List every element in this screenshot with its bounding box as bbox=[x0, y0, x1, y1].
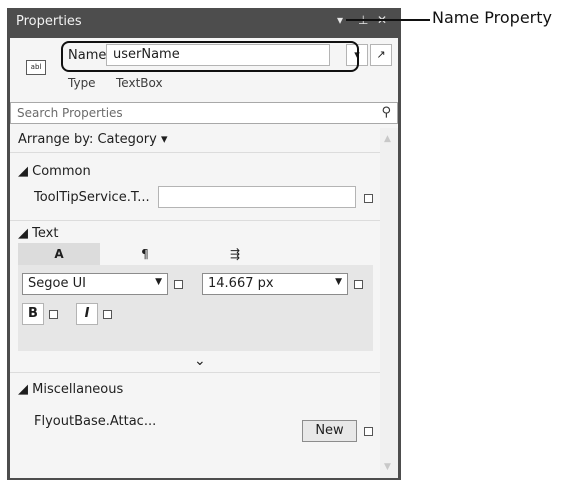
chevron-down-icon[interactable]: ▼ bbox=[335, 277, 342, 287]
font-size-value: 14.667 px bbox=[208, 276, 274, 291]
type-value: TextBox bbox=[116, 76, 163, 90]
text-tabs: A ¶ ⇶ bbox=[18, 243, 380, 265]
divider bbox=[10, 372, 380, 373]
category-common[interactable]: ◢ Common bbox=[18, 164, 91, 179]
property-marker-square[interactable] bbox=[49, 310, 58, 319]
divider bbox=[10, 152, 380, 153]
arrange-by-dropdown[interactable]: Arrange by: Category ▾ bbox=[18, 132, 168, 147]
property-label-tooltip: ToolTipService.T... bbox=[34, 190, 150, 205]
text-properties-area: Segoe UI ▼ 14.667 px ▼ B I bbox=[18, 265, 373, 351]
font-size-combo[interactable]: 14.667 px ▼ bbox=[202, 273, 348, 295]
search-input[interactable]: Search Properties ⚲ bbox=[10, 102, 398, 124]
callout-label: Name Property bbox=[432, 8, 552, 27]
panel-body: abl Name userName ▾ ↗ Type TextBox Searc… bbox=[10, 38, 398, 478]
font-family-combo[interactable]: Segoe UI ▼ bbox=[22, 273, 168, 295]
property-marker-square[interactable] bbox=[354, 280, 363, 289]
divider bbox=[10, 220, 380, 221]
textbox-element-icon: abl bbox=[26, 60, 46, 75]
navigate-icon[interactable]: ↗ bbox=[370, 44, 392, 66]
search-icon[interactable]: ⚲ bbox=[381, 105, 391, 120]
property-label-flyout: FlyoutBase.Attac... bbox=[34, 414, 157, 429]
tab-character[interactable]: A bbox=[18, 243, 100, 265]
font-family-value: Segoe UI bbox=[28, 276, 86, 291]
property-list: Arrange by: Category ▾ ◢ Common ToolTipS… bbox=[10, 128, 380, 478]
chevron-down-icon[interactable]: ▼ bbox=[155, 277, 162, 287]
category-text[interactable]: ◢ Text bbox=[18, 226, 58, 241]
bold-button[interactable]: B bbox=[22, 303, 44, 325]
panel-titlebar: Properties ▾ ⊥ ✕ bbox=[7, 8, 401, 38]
property-marker-square[interactable] bbox=[364, 194, 373, 203]
dropdown-icon[interactable]: ▾ bbox=[337, 13, 343, 27]
vertical-scrollbar[interactable]: ▲ ▼ bbox=[380, 128, 398, 478]
property-marker-square[interactable] bbox=[364, 427, 373, 436]
tab-indent[interactable]: ⇶ bbox=[190, 243, 280, 265]
panel-title: Properties bbox=[16, 14, 82, 29]
italic-button[interactable]: I bbox=[76, 303, 98, 325]
property-marker-square[interactable] bbox=[174, 280, 183, 289]
category-miscellaneous[interactable]: ◢ Miscellaneous bbox=[18, 382, 123, 397]
property-marker-square[interactable] bbox=[103, 310, 112, 319]
properties-panel: Properties ▾ ⊥ ✕ abl Name userName ▾ ↗ T… bbox=[7, 8, 401, 480]
name-callout-outline bbox=[61, 41, 359, 72]
scroll-down-icon[interactable]: ▼ bbox=[384, 462, 391, 472]
tab-paragraph[interactable]: ¶ bbox=[100, 243, 190, 265]
expand-chevron-icon[interactable]: ⌄ bbox=[194, 353, 206, 369]
callout-connector bbox=[346, 19, 430, 21]
scroll-up-icon[interactable]: ▲ bbox=[384, 134, 391, 144]
tooltip-value-input[interactable] bbox=[158, 186, 356, 208]
type-label: Type bbox=[68, 76, 96, 90]
new-flyout-button[interactable]: New bbox=[302, 420, 357, 442]
element-header: abl Name userName ▾ ↗ Type TextBox bbox=[10, 38, 398, 96]
